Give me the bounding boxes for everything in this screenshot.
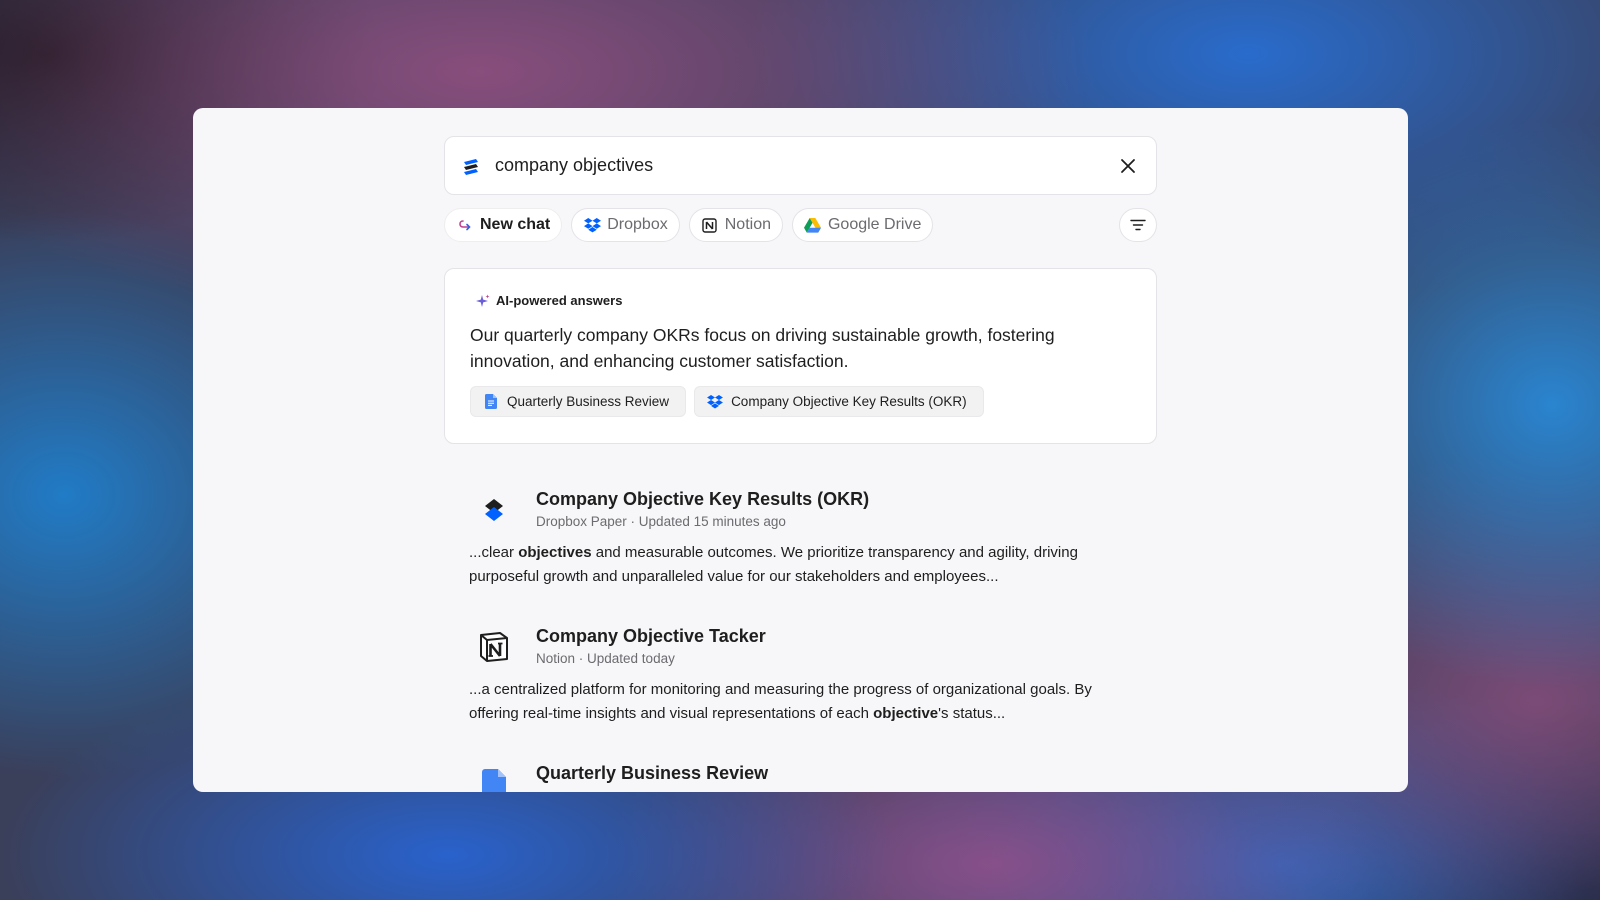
result-title[interactable]: Quarterly Business Review — [536, 762, 768, 784]
sparkle-icon — [476, 294, 490, 308]
search-input[interactable] — [495, 155, 1114, 176]
search-result[interactable]: Quarterly Business Review — [444, 762, 1157, 792]
result-header: Company Objective Key Results (OKR) Drop… — [444, 488, 1157, 529]
search-window: New chat Dropbox — [193, 108, 1408, 792]
chip-dropbox-label: Dropbox — [607, 216, 668, 233]
chip-notion-label: Notion — [724, 216, 771, 233]
chip-notion[interactable]: Notion — [688, 208, 783, 242]
result-snippet: ...clear objectives and measurable outco… — [469, 541, 1129, 589]
result-title[interactable]: Company Objective Key Results (OKR) — [536, 488, 869, 510]
source-chip[interactable]: Company Objective Key Results (OKR) — [694, 386, 984, 417]
ai-answer-text: Our quarterly company OKRs focus on driv… — [470, 325, 1055, 371]
search-bar — [444, 136, 1157, 195]
clear-search-button[interactable] — [1114, 152, 1142, 180]
search-result[interactable]: Company Objective Tacker Notion · Update… — [444, 625, 1157, 726]
source-label: Quarterly Business Review — [507, 394, 670, 409]
google-docs-icon — [483, 394, 499, 410]
chip-google-drive[interactable]: Google Drive — [791, 208, 934, 242]
result-header: Quarterly Business Review — [444, 762, 1157, 792]
result-title[interactable]: Company Objective Tacker — [536, 625, 766, 647]
google-drive-icon — [804, 216, 822, 234]
dash-logo-icon — [461, 156, 481, 176]
search-panel: New chat Dropbox — [444, 136, 1157, 792]
result-header: Company Objective Tacker Notion · Update… — [444, 625, 1157, 666]
snippet-text: ...clear — [469, 544, 519, 561]
search-results: Company Objective Key Results (OKR) Drop… — [444, 488, 1157, 792]
notion-icon — [476, 629, 512, 665]
filter-icon — [1130, 219, 1146, 231]
source-chip[interactable]: Quarterly Business Review — [470, 386, 687, 417]
snippet-highlight: objective — [873, 705, 939, 722]
new-chat-label: New chat — [480, 216, 551, 233]
dropbox-icon — [583, 216, 601, 234]
new-chat-icon — [456, 216, 474, 234]
result-meta: Dropbox Paper · Updated 15 minutes ago — [536, 514, 786, 529]
result-meta: Notion · Updated today — [536, 651, 675, 666]
dropbox-icon — [707, 394, 723, 410]
ai-answer-card: AI-powered answers Our quarterly company… — [444, 268, 1157, 444]
search-result[interactable]: Company Objective Key Results (OKR) Drop… — [444, 488, 1157, 589]
snippet-highlight: objectives — [518, 544, 592, 561]
chip-dropbox[interactable]: Dropbox — [571, 208, 680, 242]
snippet-text: 's status... — [938, 705, 1006, 722]
source-label: Company Objective Key Results (OKR) — [731, 394, 967, 409]
ai-sources: Quarterly Business Review Company Object… — [470, 386, 1131, 417]
google-docs-icon — [476, 766, 512, 792]
notion-icon — [701, 216, 719, 234]
result-snippet: ...a centralized platform for monitoring… — [469, 678, 1129, 726]
chip-google-drive-label: Google Drive — [827, 216, 922, 233]
ai-heading-label: AI-powered answers — [496, 293, 623, 308]
ai-heading: AI-powered answers — [476, 293, 1131, 308]
close-icon — [1121, 158, 1135, 173]
filter-chips: New chat Dropbox Notion Google Drive — [444, 208, 1157, 242]
filter-button[interactable] — [1119, 208, 1157, 242]
dropbox-paper-icon — [476, 492, 512, 528]
new-chat-button[interactable]: New chat — [444, 208, 563, 242]
